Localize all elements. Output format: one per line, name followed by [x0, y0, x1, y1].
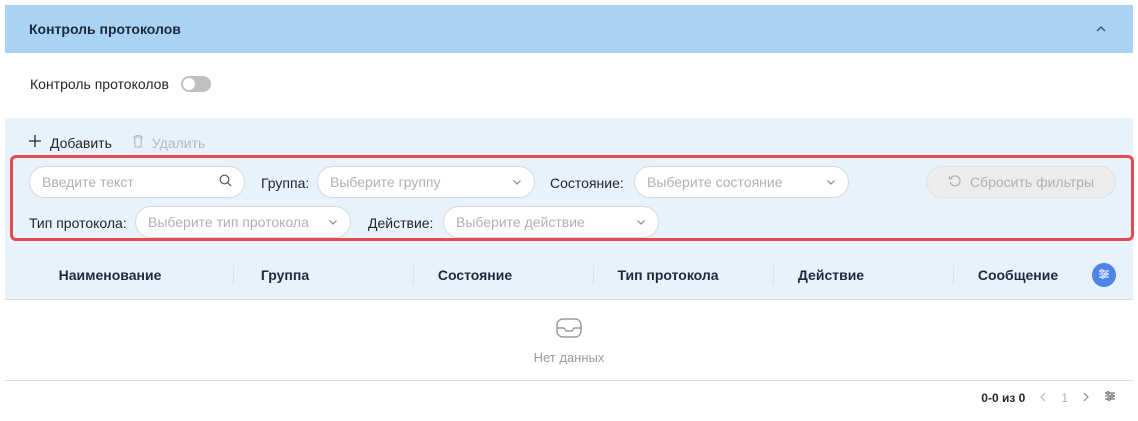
column-header-group[interactable]: Группа [185, 250, 385, 300]
inbox-icon [555, 317, 583, 342]
state-filter-label: Состояние: [550, 175, 624, 191]
chevron-right-icon[interactable] [1082, 391, 1090, 405]
search-input-placeholder: Введите текст [42, 174, 134, 190]
column-settings-button[interactable] [1092, 263, 1116, 287]
plus-icon [28, 134, 42, 151]
search-icon [219, 174, 232, 190]
delete-button[interactable]: Удалить [132, 134, 205, 151]
group-select-placeholder: Выберите группу [330, 174, 441, 190]
column-header-name[interactable]: Наименование [10, 250, 210, 300]
pagination-range: 0-0 из 0 [981, 390, 1026, 405]
chevron-up-icon[interactable] [1093, 21, 1109, 37]
column-header-message[interactable]: Сообщение [918, 250, 1118, 300]
protocol-type-select-placeholder: Выберите тип протокола [148, 214, 309, 230]
add-button[interactable]: Добавить [28, 134, 112, 151]
chevron-down-icon [328, 214, 338, 230]
pagination-page[interactable]: 1 [1061, 391, 1068, 405]
reset-filters-button[interactable]: Сбросить фильтры [926, 166, 1116, 198]
column-header-action[interactable]: Действие [731, 250, 931, 300]
protocol-type-select[interactable]: Выберите тип протокола [135, 206, 351, 238]
column-header-state[interactable]: Состояние [375, 250, 575, 300]
action-filter-label: Действие: [368, 215, 434, 231]
protocol-control-page: Контроль протоколов Контроль протоколов … [0, 0, 1138, 421]
action-select-placeholder: Выберите действие [456, 214, 585, 230]
state-select-placeholder: Выберите состояние [647, 174, 783, 190]
chevron-down-icon [826, 174, 836, 190]
protocol-control-toggle-row: Контроль протоколов [30, 76, 211, 92]
group-select[interactable]: Выберите группу [317, 166, 535, 198]
table-empty-state: Нет данных [5, 301, 1133, 381]
reset-icon [948, 174, 962, 191]
chevron-down-icon [636, 214, 646, 230]
state-select[interactable]: Выберите состояние [634, 166, 849, 198]
panel-title: Контроль протоколов [29, 21, 181, 37]
chevron-down-icon [512, 174, 522, 190]
trash-icon [132, 134, 144, 151]
panel-header[interactable]: Контроль протоколов [5, 5, 1133, 53]
table-header: Наименование Группа Состояние Тип проток… [5, 250, 1133, 300]
reset-filters-label: Сбросить фильтры [969, 174, 1095, 190]
search-input[interactable]: Введите текст [29, 166, 245, 198]
add-button-label: Добавить [50, 134, 112, 151]
sliders-icon [1098, 267, 1110, 283]
actions-bar: Добавить Удалить [28, 134, 205, 151]
empty-text: Нет данных [533, 349, 605, 365]
protocol-type-filter-label: Тип протокола: [29, 215, 127, 231]
toggle-label: Контроль протоколов [30, 76, 169, 92]
chevron-left-icon[interactable] [1039, 391, 1047, 405]
protocol-control-switch[interactable] [180, 76, 211, 92]
group-filter-label: Группа: [261, 175, 310, 191]
action-select[interactable]: Выберите действие [443, 206, 659, 238]
delete-button-label: Удалить [151, 134, 206, 151]
pagination-settings-icon[interactable] [1104, 390, 1116, 405]
pagination: 0-0 из 0 1 [981, 390, 1116, 405]
